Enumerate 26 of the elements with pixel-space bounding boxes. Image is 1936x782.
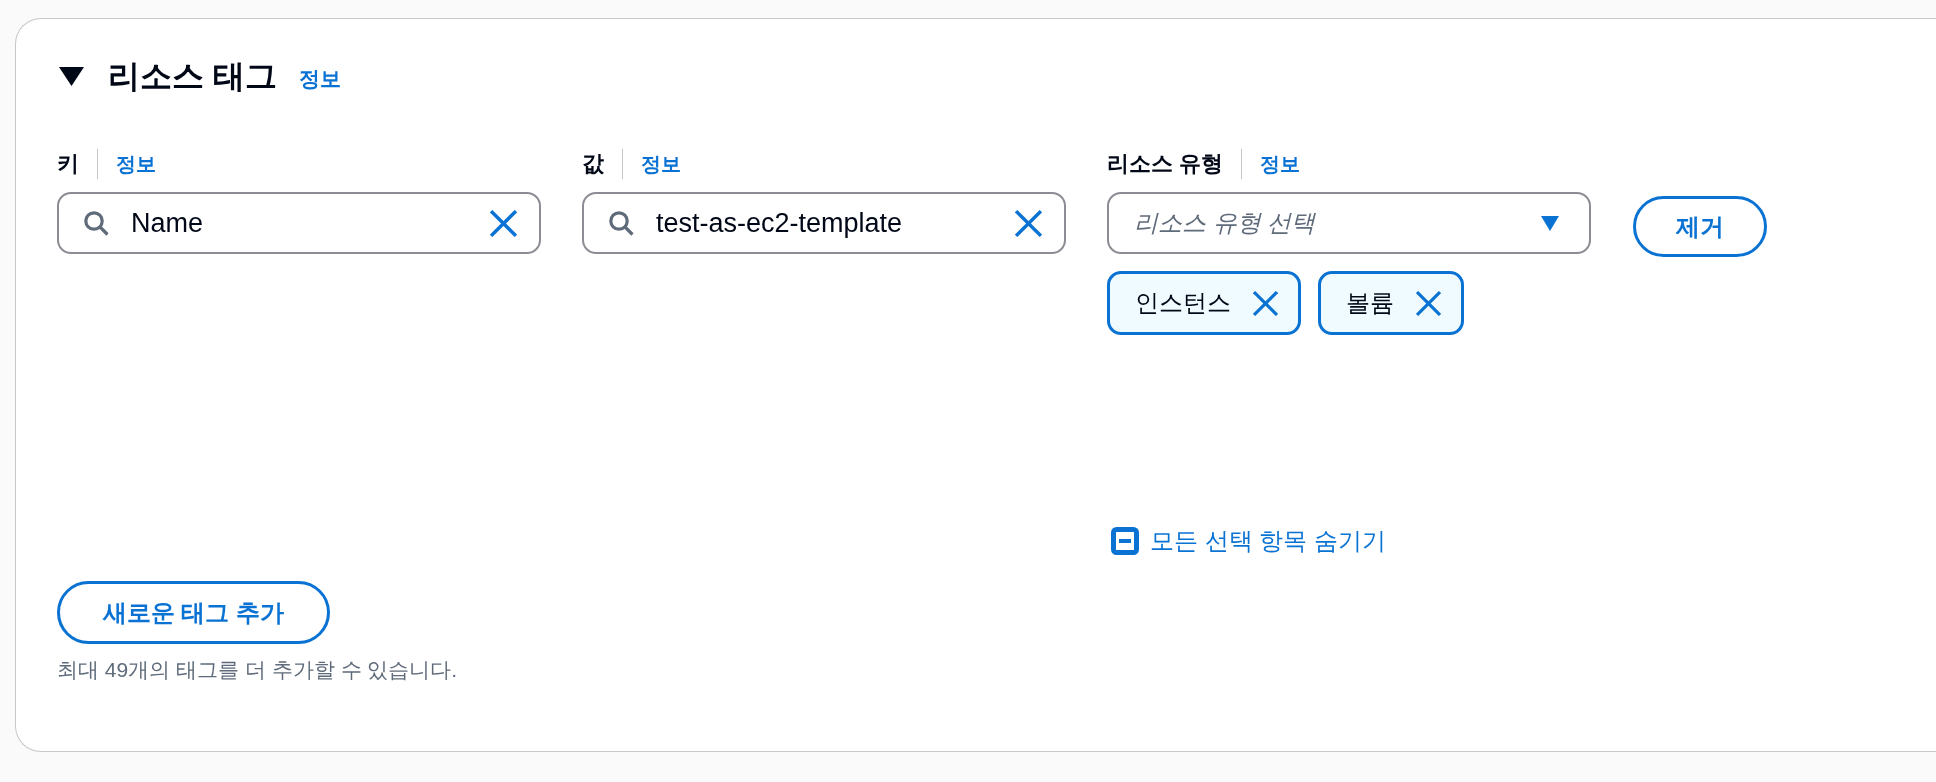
remove-button[interactable]: 제거: [1633, 196, 1767, 257]
field-label: 키: [57, 150, 79, 178]
info-link[interactable]: 정보: [1260, 149, 1301, 179]
section-title: 리소스 태그: [108, 57, 277, 96]
tag-limit-hint: 최대 49개의 태그를 더 추가할 수 있습니다.: [57, 657, 458, 683]
field-label: 리소스 유형: [1107, 150, 1224, 178]
info-link[interactable]: 정보: [298, 64, 341, 94]
info-link[interactable]: 정보: [641, 149, 681, 179]
caret-icon[interactable]: [59, 66, 84, 86]
search-icon: [608, 210, 634, 236]
caret-icon: [1541, 215, 1559, 231]
resource-type-select[interactable]: 리소스 유형 선택: [1107, 192, 1591, 254]
add-tag-button[interactable]: 새로운 태그 추가: [57, 581, 330, 644]
token-label: 볼륨: [1346, 288, 1394, 318]
hide-selections-link[interactable]: 모든 선택 항목 숨기기: [1111, 525, 1386, 557]
clear-icon[interactable]: [490, 209, 517, 237]
search-field[interactable]: Name: [57, 192, 541, 254]
clear-icon[interactable]: [1015, 209, 1042, 237]
info-link[interactable]: 정보: [116, 149, 156, 179]
collapse-square-icon: [1111, 527, 1139, 555]
token-label: 인스턴스: [1135, 288, 1231, 318]
field-label: 값: [582, 150, 604, 178]
dismiss-icon[interactable]: [1416, 290, 1441, 316]
search-field[interactable]: test-as-ec2-template: [582, 192, 1066, 254]
dismiss-icon[interactable]: [1253, 290, 1278, 316]
search-icon: [83, 210, 109, 236]
